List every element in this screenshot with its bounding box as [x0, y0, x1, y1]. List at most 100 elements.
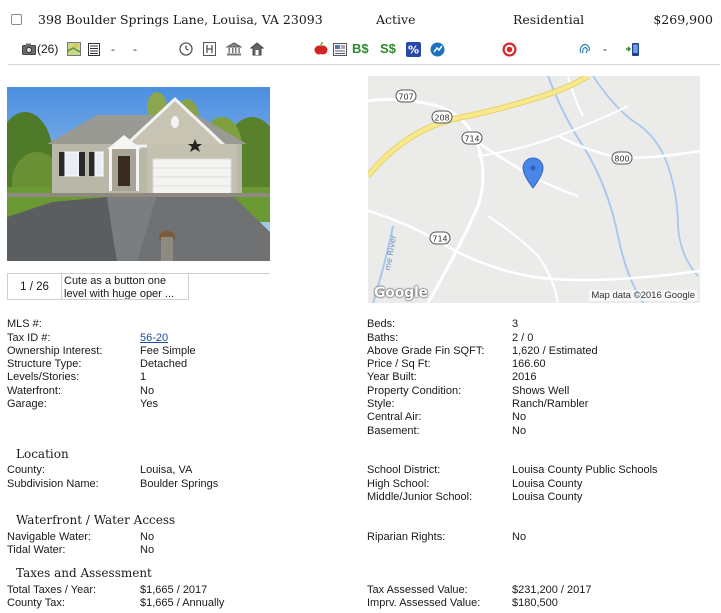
road-label: 714 [432, 235, 447, 244]
detail-label: Central Air: [367, 411, 422, 423]
detail-value: 1 [140, 371, 147, 383]
detail-value: Detached [140, 358, 188, 370]
detail-value: No [512, 425, 527, 437]
riparian-rights-value: No [512, 531, 527, 543]
toolbar-dash: - [133, 42, 137, 56]
photos-button[interactable]: (26) [22, 41, 58, 57]
document-list-icon[interactable] [88, 41, 100, 57]
photo-caption: Cute as a button one level with huge ope… [62, 273, 189, 300]
school-icon[interactable] [250, 41, 264, 57]
detail-label: Beds: [367, 318, 396, 330]
county-label: County: [7, 464, 45, 476]
tax-assessed-value: $231,200 / 2017 [512, 584, 592, 596]
listing-status: Active [376, 12, 416, 27]
navigable-water-label: Navigable Water: [7, 531, 91, 543]
high-school-value: Louisa County [512, 478, 583, 490]
middle-school-value: Louisa County [512, 491, 583, 503]
listing-photo[interactable] [7, 87, 270, 261]
road-shield: 707 [395, 89, 417, 103]
total-taxes-label: Total Taxes / Year: [7, 584, 97, 596]
hotel-icon[interactable] [203, 41, 216, 57]
detail-label: MLS #: [7, 318, 42, 330]
detail-value: No [140, 385, 155, 397]
detail-label: Structure Type: [7, 358, 82, 370]
detail-label: Baths: [367, 332, 399, 344]
detail-label: Levels/Stories: [7, 371, 80, 383]
total-taxes-value: $1,665 / 2017 [140, 584, 208, 596]
location-map[interactable]: 707 208 714 714 800 me River Google Map … [368, 76, 700, 303]
section-title-location: Location [16, 447, 69, 461]
listing-header: 398 Boulder Springs Lane, Louisa, VA 230… [0, 0, 721, 40]
header-divider [8, 64, 720, 65]
detail-value: 2 / 0 [512, 332, 534, 344]
road-shield: 208 [431, 110, 453, 124]
detail-value: 1,620 / Estimated [512, 345, 598, 357]
detail-label: Price / Sq Ft: [367, 358, 431, 370]
property-type: Residential [513, 12, 585, 27]
road-label: 714 [464, 135, 479, 144]
detail-label: Tax ID #: [7, 332, 51, 344]
detail-label: Style: [367, 398, 395, 410]
photo-counter: 1 / 26 [7, 273, 62, 300]
svg-text:%: % [408, 43, 419, 56]
subdivision-value: Boulder Springs [140, 478, 219, 490]
map-credit[interactable]: Map data ©2016 Google [589, 290, 697, 301]
select-listing-checkbox[interactable] [11, 14, 22, 25]
seller-dollar-icon[interactable]: S$ [380, 41, 396, 57]
toolbar-dash: - [111, 42, 115, 56]
detail-value: Fee Simple [140, 345, 196, 357]
detail-value: Shows Well [512, 385, 570, 397]
detail-value: No [512, 411, 527, 423]
detail-label: Property Condition: [367, 385, 462, 397]
road-shield: 714 [461, 131, 483, 145]
map-thumbnail-icon[interactable] [67, 41, 81, 57]
detail-label: Basement: [367, 425, 420, 437]
tax-assessed-label: Tax Assessed Value: [367, 584, 468, 596]
photo-count: (26) [37, 42, 59, 56]
riparian-rights-label: Riparian Rights: [367, 531, 446, 543]
tax-id-link[interactable]: 56-20 [140, 332, 168, 345]
buyer-dollar-icon[interactable]: B$ [352, 41, 369, 57]
county-tax-label: County Tax: [7, 597, 65, 609]
road-shield: 800 [611, 151, 633, 165]
county-value: Louisa, VA [140, 464, 193, 476]
imprv-assessed-label: Imprv. Assessed Value: [367, 597, 481, 609]
clock-icon[interactable] [179, 41, 193, 57]
detail-label: Waterfront: [7, 385, 61, 397]
newspaper-icon[interactable] [333, 41, 347, 57]
detail-value: 166.60 [512, 358, 546, 370]
detail-value: Yes [140, 398, 158, 410]
county-tax-value: $1,665 / Annually [140, 597, 225, 609]
school-district-value: Louisa County Public Schools [512, 464, 658, 476]
detail-value: Ranch/Rambler [512, 398, 589, 410]
bank-icon[interactable] [226, 41, 242, 57]
toolbar-dash: - [603, 42, 607, 56]
fingerprint-icon[interactable] [578, 41, 592, 57]
road-label: 707 [398, 93, 413, 102]
camera-icon [22, 43, 36, 55]
detail-label: Year Built: [367, 371, 417, 383]
chart-circle-icon[interactable] [430, 41, 445, 57]
listing-price: $269,900 [653, 12, 713, 27]
tidal-water-label: Tidal Water: [7, 544, 66, 556]
percent-icon[interactable]: % [406, 41, 421, 57]
road-shield: 714 [429, 231, 451, 245]
google-logo: Google [374, 285, 428, 301]
school-district-label: School District: [367, 464, 441, 476]
detail-label: Ownership Interest: [7, 345, 103, 357]
detail-label: Above Grade Fin SQFT: [367, 345, 485, 357]
imprv-assessed-value: $180,500 [512, 597, 558, 609]
section-title-taxes: Taxes and Assessment [16, 566, 152, 580]
section-title-waterfront: Waterfront / Water Access [16, 513, 176, 527]
apple-icon[interactable] [314, 41, 328, 57]
detail-label: Garage: [7, 398, 47, 410]
listing-address[interactable]: 398 Boulder Springs Lane, Louisa, VA 230… [38, 12, 323, 27]
target-icon[interactable] [502, 41, 517, 57]
road-label: 800 [614, 155, 629, 164]
high-school-label: High School: [367, 478, 430, 490]
listing-toolbar: (26) - - B$ S$ % - [0, 40, 721, 62]
tidal-water-value: No [140, 544, 155, 556]
caption-divider [189, 273, 270, 274]
mobile-phone-icon[interactable] [625, 41, 640, 57]
detail-value: 2016 [512, 371, 537, 383]
